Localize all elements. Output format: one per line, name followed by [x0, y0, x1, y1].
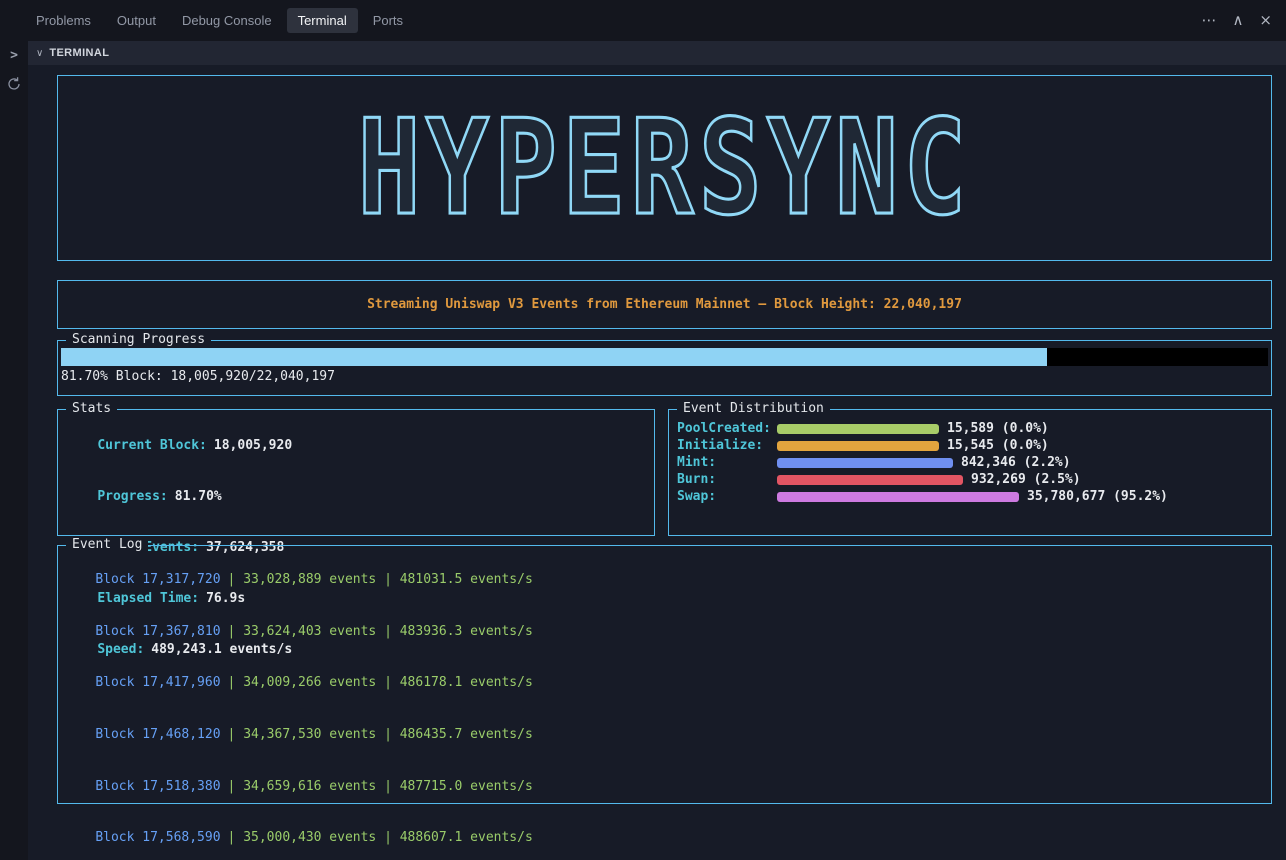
distribution-value: 15,589 (0.0%) [947, 421, 1049, 436]
progress-fill [61, 348, 1047, 366]
progress-box-title: Scanning Progress [66, 332, 211, 347]
log-row: Block 17,417,960 | 34,009,266 events | 48… [64, 657, 1271, 709]
banner-text: HYPERSYNC [358, 92, 972, 245]
terminal-panel-title: TERMINAL [49, 47, 109, 59]
distribution-bar [777, 475, 963, 485]
log-row: Block 17,367,810 | 33,624,403 events | 48… [64, 606, 1271, 658]
vscode-panel-window: Problems Output Debug Console Terminal P… [0, 0, 1286, 860]
log-events-text: | 34,659,616 events | 487715.0 events/s [228, 779, 533, 794]
panel-actions: ⋯ ∧ × [1201, 13, 1272, 28]
distribution-box-title: Event Distribution [677, 401, 830, 416]
log-block-text: Block 17,468,120 [95, 727, 220, 742]
distribution-bar [777, 441, 939, 451]
distribution-row: PoolCreated: 15,589 (0.0%) [677, 420, 1271, 437]
distribution-value: 15,545 (0.0%) [947, 438, 1049, 453]
distribution-value: 932,269 (2.5%) [971, 472, 1081, 487]
terminal-output[interactable]: HYPERSYNC Streaming Uniswap V3 Events fr… [28, 65, 1286, 860]
stats-distribution-row: Stats Current Block:18,005,920 Progress:… [57, 409, 1272, 536]
terminal-column: ∨ TERMINAL HYPERSYNC Streaming Uniswap V… [28, 41, 1286, 860]
progress-label: 81.70% Block: 18,005,920/22,040,197 [61, 369, 1268, 384]
log-block-text: Block 17,568,590 [95, 830, 220, 845]
distribution-row: Swap: 35,780,677 (95.2%) [677, 488, 1271, 505]
distribution-rows: PoolCreated: 15,589 (0.0%) Initialize: 1… [677, 420, 1271, 505]
terminal-gutter: > [0, 41, 28, 860]
distribution-label: Swap: [677, 489, 777, 504]
tab-output[interactable]: Output [106, 8, 167, 33]
stat-label: Current Block: [97, 438, 207, 453]
distribution-row: Initialize: 15,545 (0.0%) [677, 437, 1271, 454]
distribution-row: Mint: 842,346 (2.2%) [677, 454, 1271, 471]
log-row: Block 17,468,120 | 34,367,530 events | 48… [64, 709, 1271, 761]
progress-box: Scanning Progress 81.70% Block: 18,005,9… [57, 340, 1272, 396]
stat-row: Current Block: 18,005,920 [66, 420, 654, 471]
log-block-text: Block 17,317,720 [95, 572, 220, 587]
chevron-right-icon[interactable]: > [10, 48, 18, 63]
distribution-bar [777, 424, 939, 434]
log-events-text: | 34,009,266 events | 486178.1 events/s [228, 675, 533, 690]
log-block-text: Block 17,417,960 [95, 675, 220, 690]
stat-value: 18,005,920 [214, 438, 292, 453]
distribution-row: Burn: 932,269 (2.5%) [677, 471, 1271, 488]
banner-box: HYPERSYNC [57, 75, 1272, 261]
tab-ports[interactable]: Ports [362, 8, 414, 33]
distribution-bar [777, 458, 953, 468]
distribution-value: 842,346 (2.2%) [961, 455, 1071, 470]
log-row: Block 17,518,380 | 34,659,616 events | 48… [64, 760, 1271, 812]
close-panel-icon[interactable]: × [1259, 13, 1272, 28]
more-actions-icon[interactable]: ⋯ [1201, 13, 1216, 28]
subtitle-box: Streaming Uniswap V3 Events from Ethereu… [57, 280, 1272, 329]
distribution-bar [777, 492, 1019, 502]
subtitle-text: Streaming Uniswap V3 Events from Ethereu… [367, 297, 962, 312]
log-block-text: Block 17,518,380 [95, 779, 220, 794]
log-events-text: | 34,367,530 events | 486435.7 events/s [228, 727, 533, 742]
tab-problems[interactable]: Problems [25, 8, 102, 33]
panel-body: > ∨ TERMINAL HYPERSYNC Streaming Uniswap… [0, 41, 1286, 860]
distribution-label: Initialize: [677, 438, 777, 453]
stats-box: Stats Current Block:18,005,920 Progress:… [57, 409, 655, 536]
terminal-panel-header: ∨ TERMINAL [28, 41, 1286, 65]
panel-tabs: Problems Output Debug Console Terminal P… [25, 8, 418, 33]
distribution-value: 35,780,677 (95.2%) [1027, 489, 1168, 504]
log-events-text: | 35,000,430 events | 488607.1 events/s [228, 830, 533, 845]
log-row: Block 17,568,590 | 35,000,430 events | 48… [64, 812, 1271, 860]
log-events-text: | 33,624,403 events | 483936.3 events/s [228, 624, 533, 639]
log-row: Block 17,317,720 | 33,028,889 events | 48… [64, 554, 1271, 606]
maximize-panel-icon[interactable]: ∧ [1232, 13, 1243, 28]
sync-icon[interactable] [6, 76, 22, 92]
tab-terminal[interactable]: Terminal [287, 8, 358, 33]
event-log-box: Event Log Block 17,317,720| 33,028,889 e… [57, 545, 1272, 804]
chevron-down-icon[interactable]: ∨ [36, 48, 43, 59]
event-log-rows: Block 17,317,720 | 33,028,889 events | 48… [64, 554, 1271, 860]
tab-debug-console[interactable]: Debug Console [171, 8, 283, 33]
distribution-label: Mint: [677, 455, 777, 470]
event-log-box-title: Event Log [66, 537, 148, 552]
stat-label: Progress: [97, 489, 167, 504]
distribution-label: PoolCreated: [677, 421, 777, 436]
distribution-box: Event Distribution PoolCreated: 15,589 (… [668, 409, 1272, 536]
progress-bar [61, 348, 1268, 366]
stats-box-title: Stats [66, 401, 117, 416]
distribution-label: Burn: [677, 472, 777, 487]
stat-row: Progress: 81.70% [66, 471, 654, 522]
stat-value: 81.70% [175, 489, 222, 504]
log-block-text: Block 17,367,810 [95, 624, 220, 639]
log-events-text: | 33,028,889 events | 481031.5 events/s [228, 572, 533, 587]
panel-tabbar: Problems Output Debug Console Terminal P… [0, 0, 1286, 41]
